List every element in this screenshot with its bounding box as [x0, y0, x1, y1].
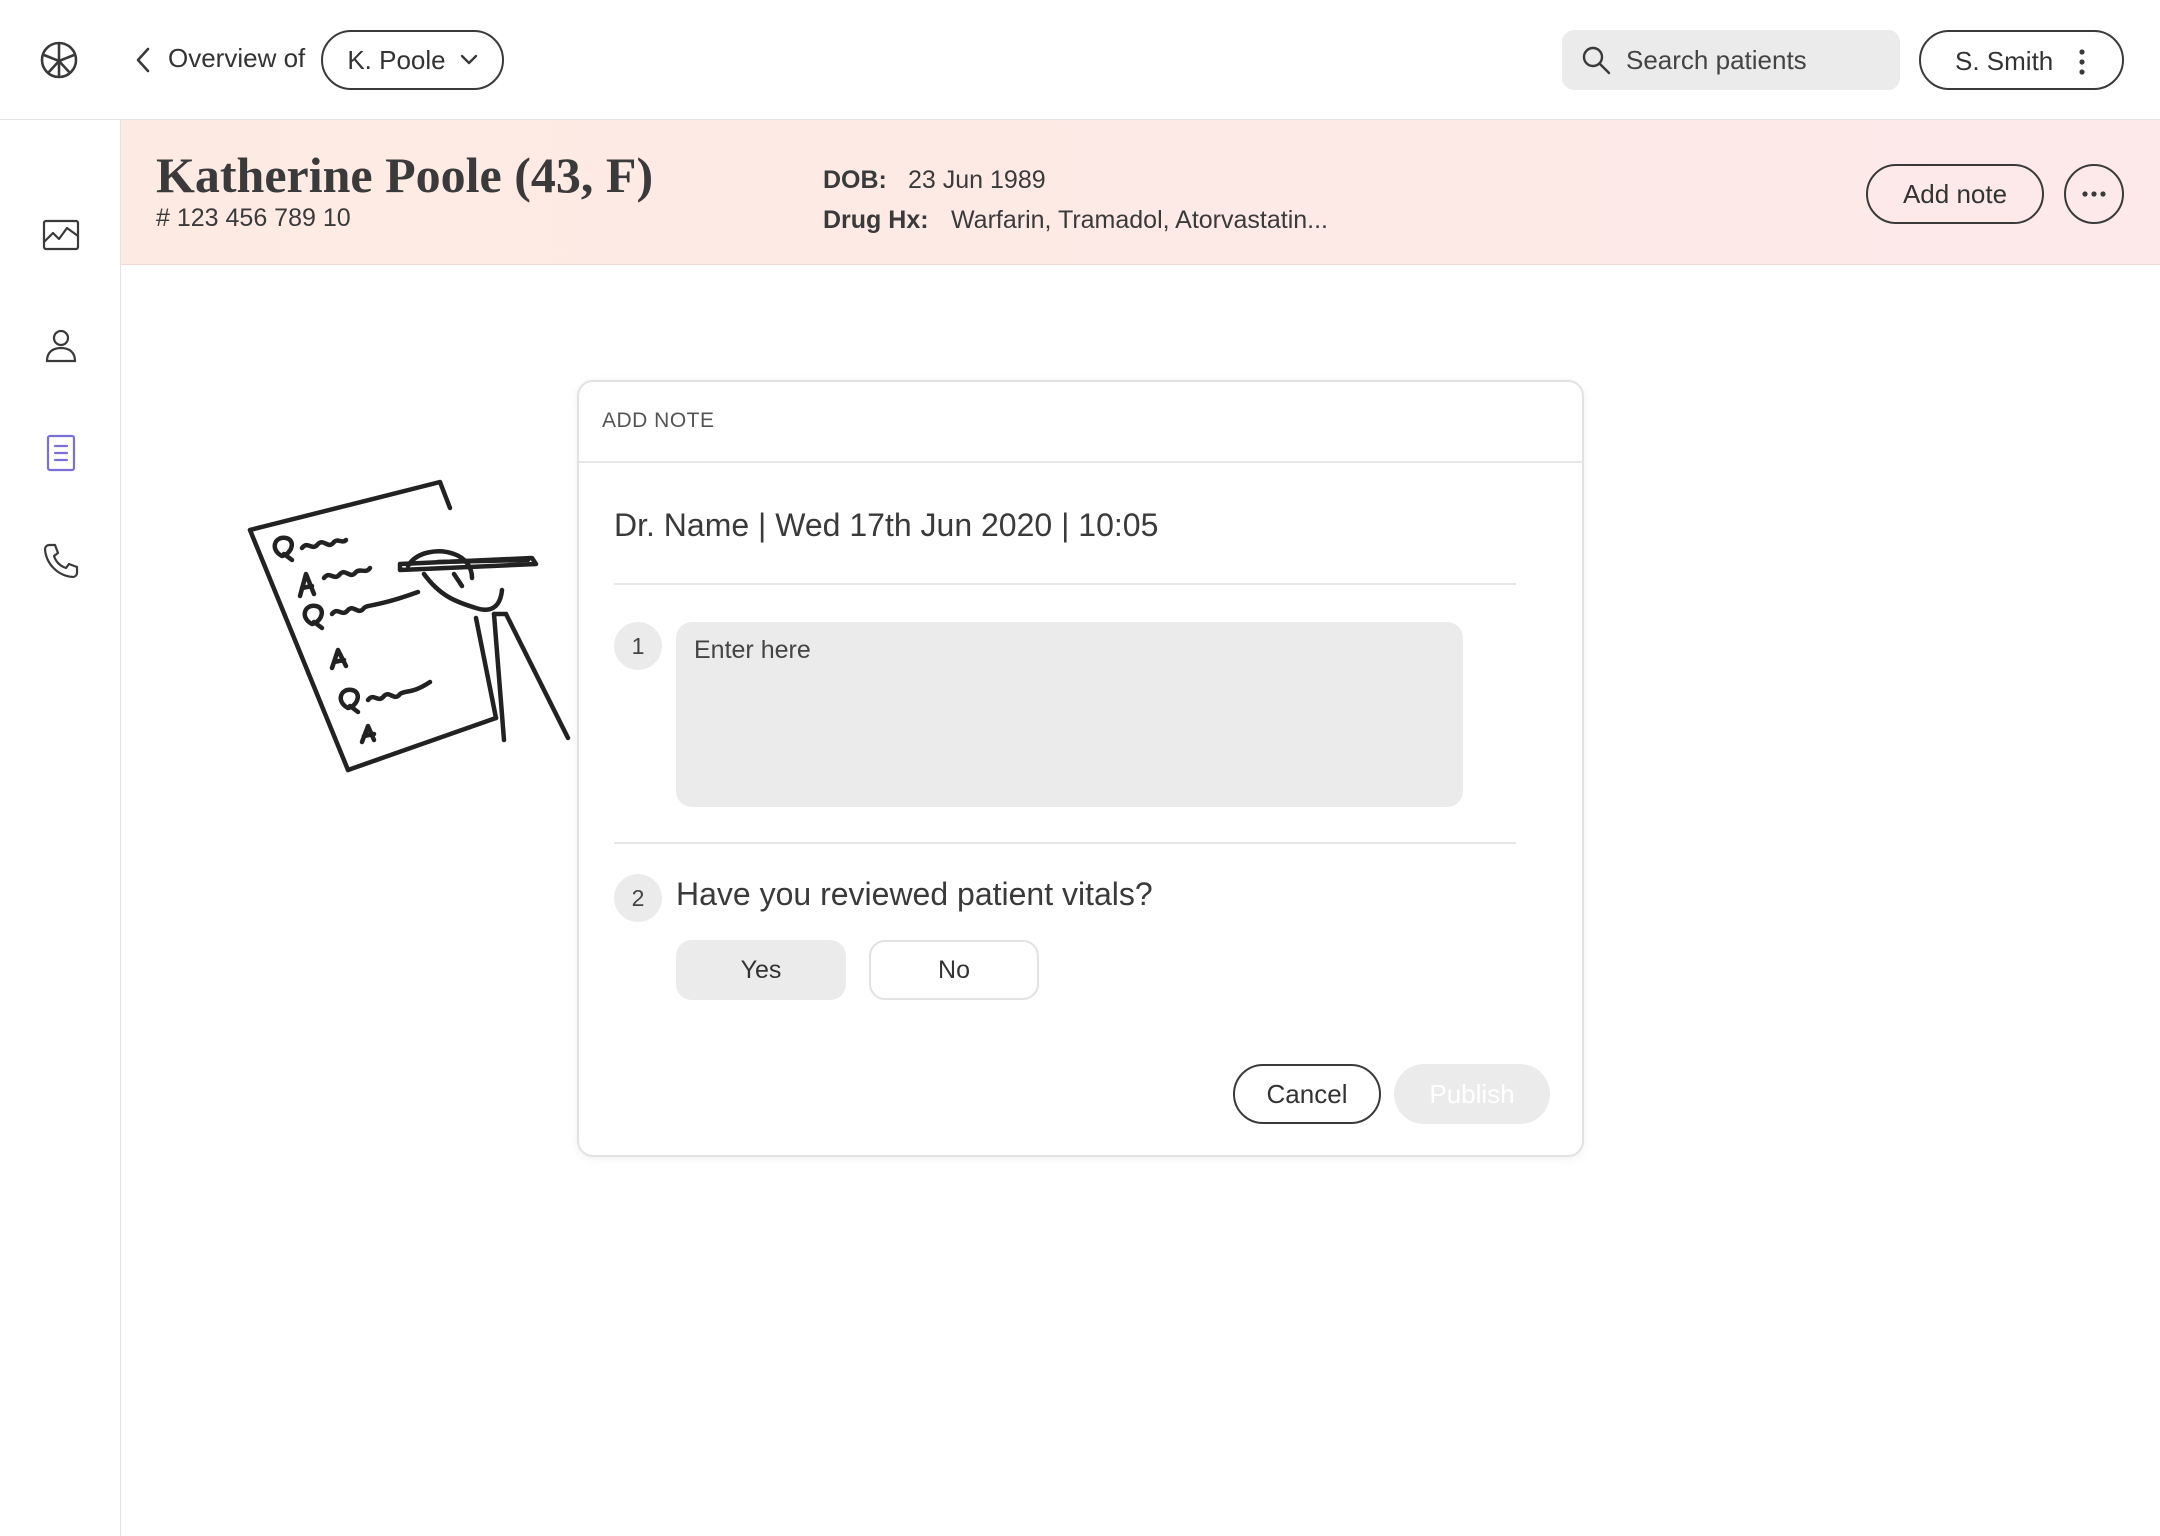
note-author-timestamp: Dr. Name | Wed 17th Jun 2020 | 10:05	[614, 507, 1159, 543]
search-input[interactable]	[1626, 44, 1886, 76]
sidebar-item-vitals[interactable]	[40, 214, 82, 256]
dob-label: DOB:	[823, 166, 887, 194]
drug-history-label: Drug Hx:	[823, 206, 929, 234]
sidebar-item-calls[interactable]	[40, 540, 82, 582]
phone-icon	[43, 543, 79, 579]
drug-history-value: Warfarin, Tramadol, Atorvastatin...	[951, 206, 1328, 234]
sidebar-item-notes[interactable]	[40, 432, 82, 474]
dialog-header: ADD NOTE	[579, 382, 1582, 463]
divider	[614, 583, 1516, 585]
top-bar: Overview of K. Poole S. Smith	[0, 0, 2160, 120]
chart-icon	[42, 219, 80, 251]
patient-selector[interactable]: K. Poole	[321, 30, 504, 90]
patient-selector-value: K. Poole	[347, 44, 446, 75]
cancel-button[interactable]: Cancel	[1233, 1064, 1381, 1124]
yes-option-button[interactable]: Yes	[676, 940, 846, 1000]
search-icon	[1582, 46, 1611, 75]
back-chevron-icon[interactable]	[130, 45, 158, 75]
person-icon	[45, 329, 77, 363]
more-horizontal-icon	[2082, 191, 2106, 197]
sidebar-item-profile[interactable]	[40, 325, 82, 367]
more-options-button[interactable]	[2064, 164, 2124, 224]
note-writing-illustration	[240, 478, 580, 778]
add-note-dialog: ADD NOTE Dr. Name | Wed 17th Jun 2020 | …	[577, 380, 1584, 1157]
patient-banner: Katherine Poole (43, F) # 123 456 789 10…	[121, 120, 2160, 265]
dialog-title: ADD NOTE	[602, 409, 715, 432]
notes-icon	[46, 434, 76, 472]
breadcrumb-label: Overview of	[168, 43, 306, 73]
dob-value: 23 Jun 1989	[908, 166, 1046, 194]
publish-button[interactable]: Publish	[1394, 1064, 1550, 1124]
patient-name: Katherine Poole (43, F)	[156, 147, 654, 203]
more-vertical-icon	[2079, 49, 2085, 75]
search-box[interactable]	[1562, 30, 1900, 90]
no-option-button[interactable]: No	[869, 940, 1039, 1000]
divider	[614, 842, 1516, 844]
note-text-input[interactable]	[676, 622, 1463, 807]
step-number-badge: 2	[614, 874, 662, 922]
vitals-question: Have you reviewed patient vitals?	[676, 876, 1153, 912]
step-number-badge: 1	[614, 622, 662, 670]
app-logo-icon[interactable]	[39, 40, 79, 80]
user-menu-button[interactable]: S. Smith	[1919, 30, 2124, 90]
patient-id: # 123 456 789 10	[156, 204, 351, 232]
sidebar	[0, 120, 121, 1536]
chevron-down-icon	[460, 54, 477, 65]
user-name: S. Smith	[1955, 46, 2054, 76]
add-note-button[interactable]: Add note	[1866, 164, 2044, 224]
